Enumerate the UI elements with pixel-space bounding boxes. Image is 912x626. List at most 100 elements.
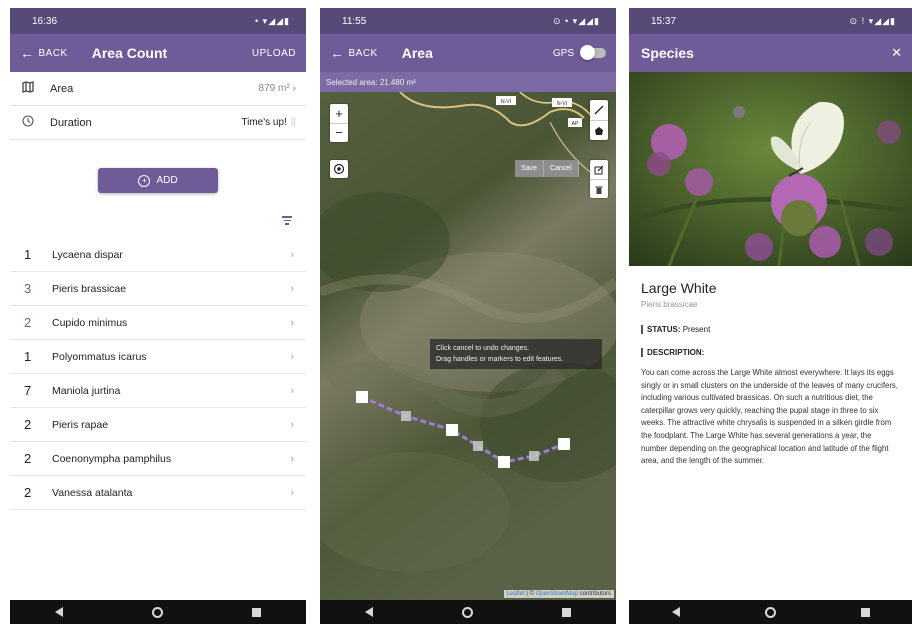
back-button[interactable]: ← BACK (330, 45, 378, 61)
chevron-right-icon: › (290, 350, 294, 363)
cancel-button[interactable]: Cancel (543, 160, 579, 177)
pause-icon[interactable]: || (291, 117, 296, 128)
nav-home-icon[interactable] (461, 606, 473, 618)
osm-link[interactable]: OpenStreetMap (536, 591, 578, 597)
area-row[interactable]: Area 879 m² › (10, 72, 306, 106)
chevron-right-icon: › (290, 452, 294, 465)
draw-line-button[interactable] (590, 100, 608, 121)
species-row[interactable]: 1 Lycaena dispar › (10, 238, 306, 272)
species-row[interactable]: 2 Vanessa atalanta › (10, 476, 306, 510)
edit-tooltip: Click cancel to undo changes. Drag handl… (430, 339, 602, 369)
zoom-out-button[interactable]: − (330, 124, 348, 142)
status-icons: ⊙ ! ▾◢◢▮ (849, 15, 896, 26)
road-label: N-VI (501, 99, 511, 105)
duration-row[interactable]: Duration Time's up! || (10, 106, 306, 140)
status-icons: • ▾◢◢▮ (255, 15, 290, 26)
area-value: 879 m² (258, 83, 290, 94)
save-button[interactable]: Save (515, 160, 544, 177)
species-screen: 15:37 ⊙ ! ▾◢◢▮ Species ✕ Large White Pie… (629, 8, 912, 624)
description-text: You can come across the Large White almo… (641, 368, 898, 466)
polygon-icon (595, 127, 603, 135)
species-name: Large White (641, 280, 717, 296)
species-name: Polyommatus icarus (52, 350, 147, 363)
species-name: Vanessa atalanta (52, 486, 133, 499)
species-count: 3 (24, 281, 32, 296)
species-row[interactable]: 2 Cupido minimus › (10, 306, 306, 340)
road-label: AP (572, 121, 579, 127)
android-nav-bar (10, 600, 306, 624)
road-label: N-VI (557, 101, 567, 107)
chevron-right-icon: › (290, 418, 294, 431)
back-button[interactable]: ← BACK (20, 45, 68, 61)
gps-label: GPS (552, 47, 574, 59)
species-count: 2 (24, 315, 32, 330)
species-count: 2 (24, 485, 32, 500)
status-bar: 16:36 • ▾◢◢▮ (10, 8, 306, 34)
species-count: 7 (24, 383, 32, 398)
android-nav-bar (629, 600, 912, 624)
edit-layers-button[interactable] (590, 160, 608, 180)
edit-actions: Save Cancel (515, 160, 579, 177)
species-name: Coenonympha pamphilus (52, 452, 172, 465)
species-row[interactable]: 7 Maniola jurtina › (10, 374, 306, 408)
species-row[interactable]: 1 Polyommatus icarus › (10, 340, 306, 374)
nav-back-icon[interactable] (364, 607, 373, 617)
map-attribution: Leaflet | © OpenStreetMap contributors (503, 590, 614, 598)
chevron-right-icon: › (290, 384, 294, 397)
map-view[interactable]: N-VI N-VI AP + − Save Cancel Click cance… (320, 92, 616, 600)
nav-recents-icon[interactable] (252, 607, 262, 617)
back-arrow-icon: ← (330, 45, 345, 61)
gps-toggle[interactable] (580, 45, 606, 60)
species-row[interactable]: 2 Pieris rapae › (10, 408, 306, 442)
edit-toolbar (590, 160, 608, 198)
tooltip-line: Click cancel to undo changes. (436, 345, 529, 352)
page-title: Species (641, 45, 694, 61)
duration-label: Duration (50, 116, 92, 129)
add-button[interactable]: + ADD (98, 168, 218, 193)
back-arrow-icon: ← (20, 45, 35, 61)
chevron-right-icon: › (290, 248, 294, 261)
leaflet-link[interactable]: Leaflet (507, 591, 525, 597)
gps-control: GPS (552, 45, 606, 60)
butterfly-image (629, 72, 912, 266)
draw-toolbar (590, 100, 608, 140)
page-title: Area (401, 45, 433, 61)
area-label: Area (50, 82, 74, 95)
vertex-handle[interactable] (446, 424, 458, 436)
species-details: Large White Pieris brassicae STATUS: Pre… (629, 266, 912, 468)
nav-back-icon[interactable] (671, 607, 680, 617)
status-section: STATUS: Present (641, 325, 900, 334)
locate-button[interactable] (330, 160, 348, 178)
polyline-icon (594, 105, 604, 115)
midpoint-handle[interactable] (529, 451, 539, 461)
close-icon[interactable]: ✕ (891, 45, 902, 61)
draw-polygon-button[interactable] (590, 121, 608, 141)
nav-home-icon[interactable] (151, 606, 163, 618)
vertex-handle[interactable] (558, 438, 570, 450)
description-heading: DESCRIPTION: (641, 348, 900, 357)
species-name: Maniola jurtina (52, 384, 121, 397)
android-nav-bar (320, 600, 616, 624)
vertex-handle[interactable] (498, 456, 510, 468)
upload-button[interactable]: UPLOAD (252, 48, 296, 59)
zoom-in-button[interactable]: + (330, 104, 348, 124)
trash-icon (595, 186, 603, 194)
clock-icon (20, 115, 36, 130)
app-bar: Species ✕ (629, 34, 912, 72)
nav-recents-icon[interactable] (562, 607, 572, 617)
midpoint-handle[interactable] (473, 441, 483, 451)
filter-icon[interactable] (282, 214, 292, 227)
species-row[interactable]: 2 Coenonympha pamphilus › (10, 442, 306, 476)
species-count: 1 (24, 247, 32, 262)
nav-home-icon[interactable] (764, 606, 776, 618)
delete-layers-button[interactable] (590, 180, 608, 199)
nav-recents-icon[interactable] (860, 607, 870, 617)
midpoint-handle[interactable] (401, 411, 411, 421)
species-list: 1 Lycaena dispar › 3 Pieris brassicae › 2 Cupid… (10, 238, 306, 510)
status-bar: 11:55 ⊙ • ▾◢◢▮ (320, 8, 616, 34)
vertex-handle[interactable] (356, 391, 368, 403)
latin-name: Pieris brassicae (641, 300, 698, 309)
species-row[interactable]: 3 Pieris brassicae › (10, 272, 306, 306)
nav-back-icon[interactable] (54, 607, 63, 617)
status-icons: ⊙ • ▾◢◢▮ (552, 15, 600, 26)
